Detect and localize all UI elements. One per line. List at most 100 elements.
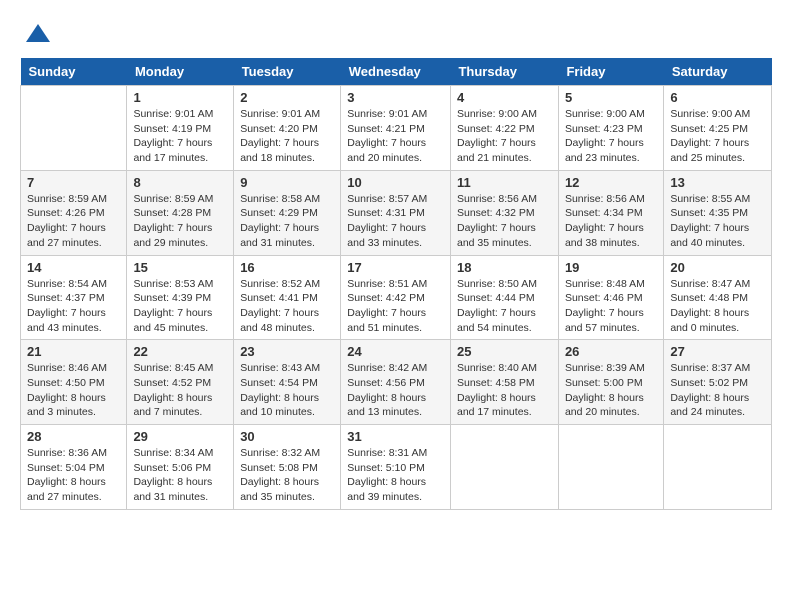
day-number: 2: [240, 90, 334, 105]
day-cell: 3 Sunrise: 9:01 AMSunset: 4:21 PMDaylight…: [341, 86, 451, 171]
day-info: Sunrise: 8:54 AMSunset: 4:37 PMDaylight:…: [27, 277, 120, 336]
day-cell: [21, 86, 127, 171]
day-cell: 18 Sunrise: 8:50 AMSunset: 4:44 PMDayligh…: [450, 255, 558, 340]
day-number: 24: [347, 344, 444, 359]
day-cell: 20Sunrise: 8:47 AMSunset: 4:48 PMDayligh…: [664, 255, 772, 340]
day-number: 15: [133, 260, 227, 275]
day-info: Sunrise: 8:39 AMSunset: 5:00 PMDaylight:…: [565, 361, 657, 420]
logo-icon: [24, 20, 52, 48]
week-row-5: 28Sunrise: 8:36 AMSunset: 5:04 PMDayligh…: [21, 425, 772, 510]
day-info: Sunrise: 8:46 AMSunset: 4:50 PMDaylight:…: [27, 361, 120, 420]
day-info: Sunrise: 8:45 AMSunset: 4:52 PMDaylight:…: [133, 361, 227, 420]
week-row-4: 21 Sunrise: 8:46 AMSunset: 4:50 PMDayligh…: [21, 340, 772, 425]
day-number: 4: [457, 90, 552, 105]
day-number: 3: [347, 90, 444, 105]
day-number: 26: [565, 344, 657, 359]
day-number: 7: [27, 175, 120, 190]
day-info: Sunrise: 8:31 AMSunset: 5:10 PMDaylight:…: [347, 446, 444, 505]
day-cell: 4 Sunrise: 9:00 AMSunset: 4:22 PMDaylight…: [450, 86, 558, 171]
day-number: 19: [565, 260, 657, 275]
day-number: 12: [565, 175, 657, 190]
day-cell: 6 Sunrise: 9:00 AMSunset: 4:25 PMDaylight…: [664, 86, 772, 171]
day-info: Sunrise: 8:59 AMSunset: 4:28 PMDaylight:…: [133, 192, 227, 251]
day-cell: 14 Sunrise: 8:54 AMSunset: 4:37 PMDayligh…: [21, 255, 127, 340]
day-number: 16: [240, 260, 334, 275]
day-info: Sunrise: 9:01 AMSunset: 4:20 PMDaylight:…: [240, 107, 334, 166]
week-row-2: 7 Sunrise: 8:59 AMSunset: 4:26 PMDaylight…: [21, 170, 772, 255]
day-number: 22: [133, 344, 227, 359]
day-cell: [558, 425, 663, 510]
day-cell: 17Sunrise: 8:51 AMSunset: 4:42 PMDayligh…: [341, 255, 451, 340]
day-info: Sunrise: 9:01 AMSunset: 4:19 PMDaylight:…: [133, 107, 227, 166]
day-cell: 5Sunrise: 9:00 AMSunset: 4:23 PMDaylight…: [558, 86, 663, 171]
day-info: Sunrise: 8:52 AMSunset: 4:41 PMDaylight:…: [240, 277, 334, 336]
day-cell: 8 Sunrise: 8:59 AMSunset: 4:28 PMDaylight…: [127, 170, 234, 255]
day-number: 20: [670, 260, 765, 275]
day-cell: 16 Sunrise: 8:52 AMSunset: 4:41 PMDayligh…: [234, 255, 341, 340]
day-cell: 22 Sunrise: 8:45 AMSunset: 4:52 PMDayligh…: [127, 340, 234, 425]
day-cell: 12 Sunrise: 8:56 AMSunset: 4:34 PMDayligh…: [558, 170, 663, 255]
day-info: Sunrise: 8:53 AMSunset: 4:39 PMDaylight:…: [133, 277, 227, 336]
day-info: Sunrise: 9:00 AMSunset: 4:25 PMDaylight:…: [670, 107, 765, 166]
day-info: Sunrise: 8:34 AMSunset: 5:06 PMDaylight:…: [133, 446, 227, 505]
day-info: Sunrise: 8:43 AMSunset: 4:54 PMDaylight:…: [240, 361, 334, 420]
day-info: Sunrise: 8:55 AMSunset: 4:35 PMDaylight:…: [670, 192, 765, 251]
day-cell: 1 Sunrise: 9:01 AMSunset: 4:19 PMDaylight…: [127, 86, 234, 171]
day-number: 1: [133, 90, 227, 105]
day-number: 8: [133, 175, 227, 190]
day-info: Sunrise: 8:36 AMSunset: 5:04 PMDaylight:…: [27, 446, 120, 505]
day-cell: 30Sunrise: 8:32 AMSunset: 5:08 PMDayligh…: [234, 425, 341, 510]
day-cell: 26 Sunrise: 8:39 AMSunset: 5:00 PMDayligh…: [558, 340, 663, 425]
day-number: 10: [347, 175, 444, 190]
page-header: [20, 20, 772, 48]
day-info: Sunrise: 8:56 AMSunset: 4:32 PMDaylight:…: [457, 192, 552, 251]
day-cell: 21 Sunrise: 8:46 AMSunset: 4:50 PMDayligh…: [21, 340, 127, 425]
day-cell: 2 Sunrise: 9:01 AMSunset: 4:20 PMDaylight…: [234, 86, 341, 171]
day-number: 30: [240, 429, 334, 444]
column-header-friday: Friday: [558, 58, 663, 86]
day-cell: [664, 425, 772, 510]
day-info: Sunrise: 9:00 AMSunset: 4:23 PMDaylight:…: [565, 107, 657, 166]
header-row: SundayMondayTuesdayWednesdayThursdayFrid…: [21, 58, 772, 86]
day-number: 29: [133, 429, 227, 444]
day-number: 23: [240, 344, 334, 359]
day-number: 25: [457, 344, 552, 359]
day-info: Sunrise: 8:42 AMSunset: 4:56 PMDaylight:…: [347, 361, 444, 420]
day-cell: 23 Sunrise: 8:43 AMSunset: 4:54 PMDayligh…: [234, 340, 341, 425]
logo: [20, 20, 52, 48]
column-header-monday: Monday: [127, 58, 234, 86]
day-cell: 15 Sunrise: 8:53 AMSunset: 4:39 PMDayligh…: [127, 255, 234, 340]
day-cell: 28Sunrise: 8:36 AMSunset: 5:04 PMDayligh…: [21, 425, 127, 510]
day-cell: 11 Sunrise: 8:56 AMSunset: 4:32 PMDayligh…: [450, 170, 558, 255]
column-header-tuesday: Tuesday: [234, 58, 341, 86]
day-info: Sunrise: 8:59 AMSunset: 4:26 PMDaylight:…: [27, 192, 120, 251]
day-info: Sunrise: 8:56 AMSunset: 4:34 PMDaylight:…: [565, 192, 657, 251]
day-cell: 19Sunrise: 8:48 AMSunset: 4:46 PMDayligh…: [558, 255, 663, 340]
day-cell: 25 Sunrise: 8:40 AMSunset: 4:58 PMDayligh…: [450, 340, 558, 425]
day-info: Sunrise: 8:37 AMSunset: 5:02 PMDaylight:…: [670, 361, 765, 420]
day-cell: 27Sunrise: 8:37 AMSunset: 5:02 PMDayligh…: [664, 340, 772, 425]
day-info: Sunrise: 8:50 AMSunset: 4:44 PMDaylight:…: [457, 277, 552, 336]
day-info: Sunrise: 9:00 AMSunset: 4:22 PMDaylight:…: [457, 107, 552, 166]
column-header-saturday: Saturday: [664, 58, 772, 86]
day-number: 14: [27, 260, 120, 275]
day-number: 9: [240, 175, 334, 190]
week-row-3: 14 Sunrise: 8:54 AMSunset: 4:37 PMDayligh…: [21, 255, 772, 340]
day-number: 18: [457, 260, 552, 275]
day-info: Sunrise: 8:40 AMSunset: 4:58 PMDaylight:…: [457, 361, 552, 420]
day-number: 6: [670, 90, 765, 105]
day-number: 21: [27, 344, 120, 359]
column-header-wednesday: Wednesday: [341, 58, 451, 86]
day-cell: [450, 425, 558, 510]
day-cell: 24 Sunrise: 8:42 AMSunset: 4:56 PMDayligh…: [341, 340, 451, 425]
day-info: Sunrise: 9:01 AMSunset: 4:21 PMDaylight:…: [347, 107, 444, 166]
day-number: 11: [457, 175, 552, 190]
column-header-thursday: Thursday: [450, 58, 558, 86]
day-info: Sunrise: 8:58 AMSunset: 4:29 PMDaylight:…: [240, 192, 334, 251]
day-number: 13: [670, 175, 765, 190]
day-cell: 13 Sunrise: 8:55 AMSunset: 4:35 PMDayligh…: [664, 170, 772, 255]
week-row-1: 1 Sunrise: 9:01 AMSunset: 4:19 PMDaylight…: [21, 86, 772, 171]
column-header-sunday: Sunday: [21, 58, 127, 86]
day-cell: 31Sunrise: 8:31 AMSunset: 5:10 PMDayligh…: [341, 425, 451, 510]
day-info: Sunrise: 8:57 AMSunset: 4:31 PMDaylight:…: [347, 192, 444, 251]
